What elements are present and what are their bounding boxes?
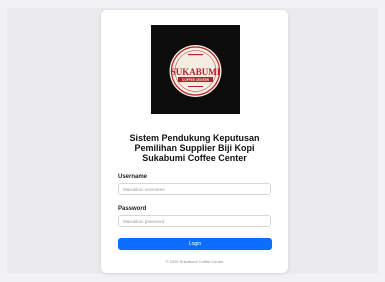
- title-line-1: Sistem Pendukung Keputusan: [129, 133, 260, 143]
- login-button[interactable]: Login: [118, 238, 272, 250]
- username-label: Username: [118, 174, 148, 180]
- brand-logo: SUKABUMI COFFEE CENTER: [151, 25, 240, 114]
- password-input[interactable]: [118, 215, 271, 227]
- password-label: Password: [118, 206, 147, 212]
- svg-text:SUKABUMI: SUKABUMI: [171, 67, 221, 77]
- coffee-seal-icon: SUKABUMI COFFEE CENTER: [169, 45, 222, 97]
- svg-text:COFFEE CENTER: COFFEE CENTER: [182, 78, 210, 82]
- copyright-footer: © 2025 Sukabumi Coffee Center: [165, 259, 224, 264]
- username-input[interactable]: [118, 183, 271, 195]
- login-card: SUKABUMI COFFEE CENTER Sistem Pendukung …: [101, 10, 288, 273]
- page-title: Sistem Pendukung Keputusan Pemilihan Sup…: [111, 133, 278, 163]
- title-line-3: Sukabumi Coffee Center: [142, 153, 247, 163]
- title-line-2: Pemilihan Supplier Biji Kopi: [134, 143, 255, 153]
